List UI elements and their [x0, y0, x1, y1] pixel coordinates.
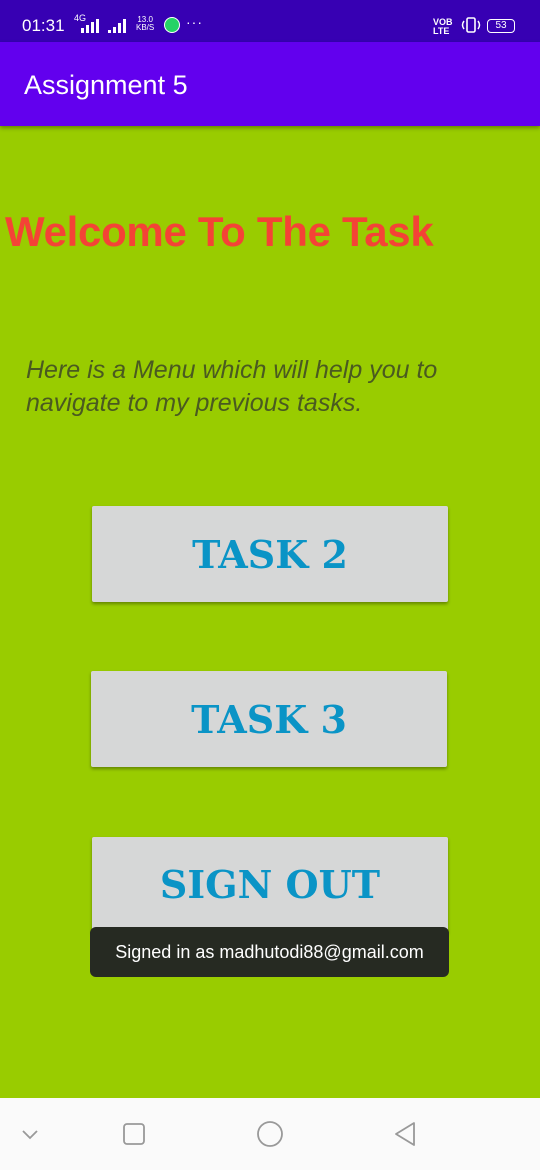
- vibrate-icon: [461, 17, 481, 33]
- volte-icon: VOB LTE: [433, 18, 453, 36]
- app-bar: Assignment 5: [0, 42, 540, 126]
- navigation-bar: [0, 1098, 540, 1170]
- task-3-button[interactable]: TASK 3: [91, 671, 447, 767]
- speed-unit: KB/S: [136, 23, 155, 32]
- signed-in-toast: Signed in as madhutodi88@gmail.com: [90, 927, 449, 977]
- status-time: 01:31: [22, 16, 65, 35]
- menu-description: Here is a Menu which will help you to na…: [26, 356, 438, 417]
- app-title: Assignment 5: [24, 70, 188, 100]
- network-speed: 13.0 KB/S: [136, 16, 154, 32]
- sign-out-button[interactable]: SIGN OUT: [92, 837, 448, 933]
- status-bar: 01:31 4G 13.0 KB/S ··· VOB LTE 53: [0, 0, 540, 42]
- signal-bars-icon: [81, 19, 126, 33]
- battery-icon: 53: [487, 19, 515, 33]
- welcome-heading: Welcome To The Task: [5, 208, 434, 255]
- volte-bottom-label: LTE: [433, 26, 450, 36]
- recents-square-icon[interactable]: [118, 1118, 150, 1150]
- more-notifications-icon: ···: [186, 14, 203, 30]
- whatsapp-icon: [164, 17, 180, 33]
- task-2-button[interactable]: TASK 2: [92, 506, 448, 602]
- chevron-down-icon[interactable]: [14, 1118, 46, 1150]
- back-triangle-icon[interactable]: [389, 1118, 421, 1150]
- home-circle-icon[interactable]: [254, 1118, 286, 1150]
